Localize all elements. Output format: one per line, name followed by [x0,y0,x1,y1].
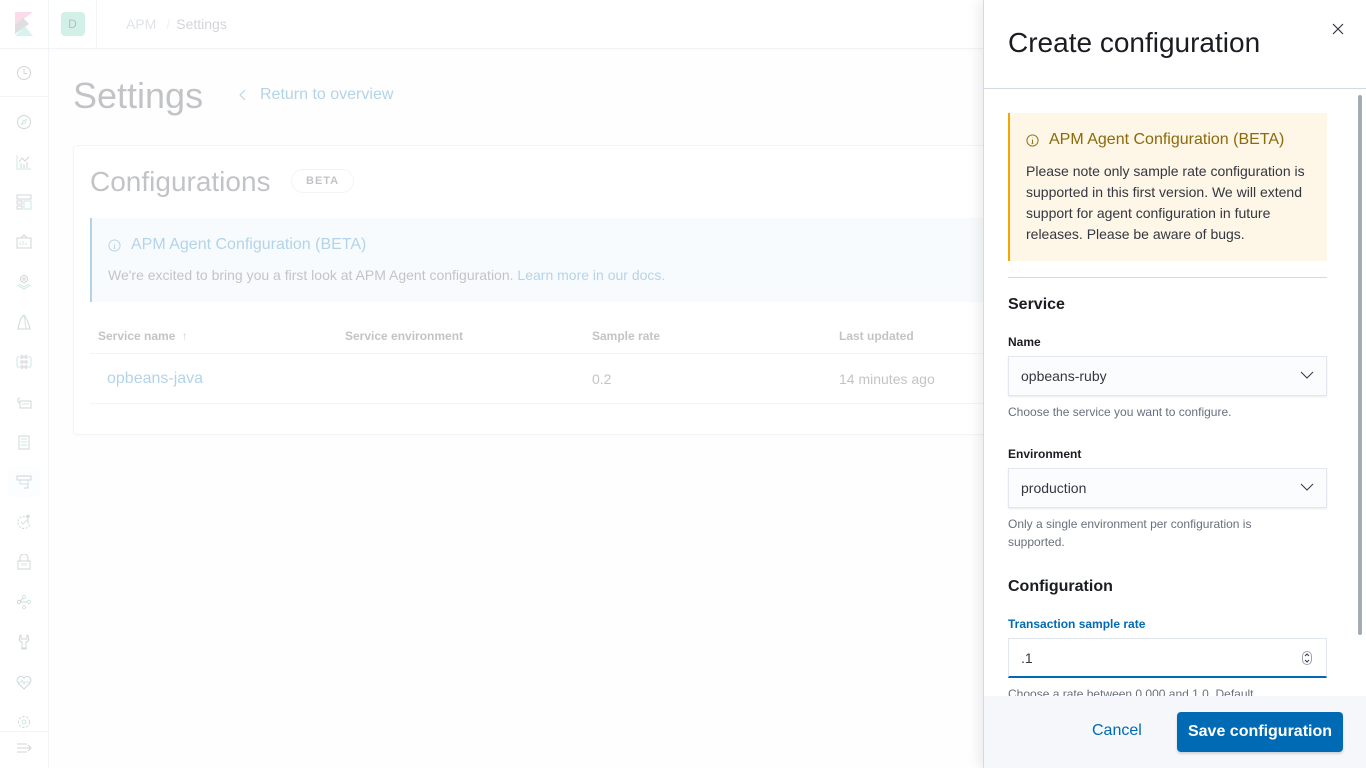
environment-select[interactable]: production [1008,468,1327,508]
service-name-label: Name [1008,335,1041,349]
sample-rate-input[interactable]: .1 [1008,638,1327,678]
chevron-down-icon [1300,483,1314,491]
close-flyout-button[interactable] [1329,20,1347,38]
warning-callout: APM Agent Configuration (BETA) Please no… [1008,113,1327,261]
service-name-help: Choose the service you want to configure… [1008,405,1232,419]
environment-label: Environment [1008,447,1082,461]
number-spinner-icon[interactable] [1302,651,1312,665]
flyout-header: Create configuration [984,0,1366,89]
environment-value: production [1021,480,1087,496]
flyout-scrollbar[interactable] [1358,95,1362,635]
sample-rate-label: Transaction sample rate [1008,617,1146,631]
sample-rate-value: .1 [1021,649,1033,666]
warning-callout-title-text: APM Agent Configuration (BETA) [1049,131,1285,148]
warning-callout-body: Please note only sample rate configurati… [1026,163,1305,242]
service-name-select[interactable]: opbeans-ruby [1008,356,1327,396]
flyout-footer: Cancel Save configuration [984,696,1366,768]
service-name-value: opbeans-ruby [1021,368,1107,384]
sample-rate-help: Choose a rate between 0.000 and 1.0. Def… [1008,687,1254,696]
configuration-section-title: Configuration [1008,578,1113,595]
divider [1008,277,1327,278]
service-section-title: Service [1008,296,1065,313]
save-configuration-button[interactable]: Save configuration [1177,712,1343,752]
cancel-button[interactable]: Cancel [1078,718,1156,744]
warning-callout-title: APM Agent Configuration (BETA) [1026,131,1284,149]
flyout-body: APM Agent Configuration (BETA) Please no… [984,89,1366,696]
flyout-title: Create configuration [1008,27,1261,58]
environment-help: Only a single environment per configurat… [1008,517,1252,549]
info-icon [1026,133,1039,147]
chevron-down-icon [1300,371,1314,379]
create-configuration-flyout: Create configuration APM Agent Configura… [983,0,1366,768]
close-icon [1332,23,1344,35]
